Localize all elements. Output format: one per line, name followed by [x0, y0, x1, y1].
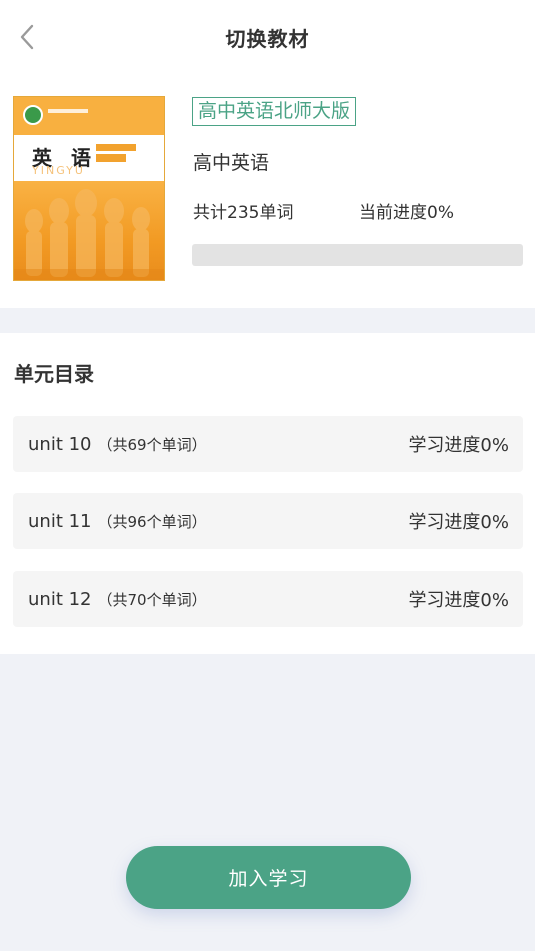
book-cover-image: 英 语 YINGYU — [13, 96, 165, 281]
unit-word-count: （共70个单词） — [97, 590, 207, 609]
cover-tag — [96, 144, 136, 151]
unit-word-count: （共69个单词） — [97, 435, 207, 454]
cover-artwork-figures — [14, 189, 164, 280]
unit-word-count: （共96个单词） — [97, 512, 207, 531]
unit-progress: 学习进度0% — [408, 435, 509, 456]
cover-logo-text — [48, 109, 88, 113]
unit-name: unit 10 — [28, 433, 92, 455]
unit-row[interactable]: unit 12 （共70个单词） 学习进度0% — [13, 571, 523, 627]
unit-name: unit 11 — [28, 510, 92, 532]
textbook-subject: 高中英语 — [193, 152, 270, 174]
unit-info: unit 10 （共69个单词） — [28, 434, 207, 455]
page: 切换教材 英 语 YINGYU 高中英语北师大版 高中英语 共计235单词 当前… — [0, 0, 535, 951]
join-study-button[interactable]: 加入学习 — [126, 846, 411, 909]
cover-subtitle: YINGYU — [32, 164, 85, 177]
unit-row[interactable]: unit 10 （共69个单词） 学习进度0% — [13, 416, 523, 472]
unit-info: unit 11 （共96个单词） — [28, 511, 207, 532]
progress-bar — [192, 244, 523, 266]
top-bar: 切换教材 — [0, 0, 535, 74]
unit-row[interactable]: unit 11 （共96个单词） 学习进度0% — [13, 493, 523, 549]
current-progress-label: 当前进度0% — [359, 203, 454, 223]
back-button[interactable] — [10, 20, 44, 54]
chevron-left-icon — [20, 24, 34, 50]
unit-name: unit 12 — [28, 588, 92, 610]
cover-artwork — [14, 181, 164, 280]
unit-progress: 学习进度0% — [408, 590, 509, 611]
unit-info: unit 12 （共70个单词） — [28, 589, 207, 610]
unit-directory-title: 单元目录 — [14, 362, 94, 386]
total-word-count: 共计235单词 — [193, 203, 294, 223]
book-card: 英 语 YINGYU 高中英语北师大版 高中英语 共计235单词 当前进度0% — [0, 74, 535, 308]
unit-directory: 单元目录 unit 10 （共69个单词） 学习进度0% unit 11 （共9… — [0, 333, 535, 654]
unit-progress: 学习进度0% — [408, 512, 509, 533]
cover-tag-secondary — [96, 154, 126, 162]
cover-logo — [23, 105, 43, 125]
page-title: 切换教材 — [225, 26, 310, 51]
textbook-edition-tag: 高中英语北师大版 — [192, 97, 357, 126]
